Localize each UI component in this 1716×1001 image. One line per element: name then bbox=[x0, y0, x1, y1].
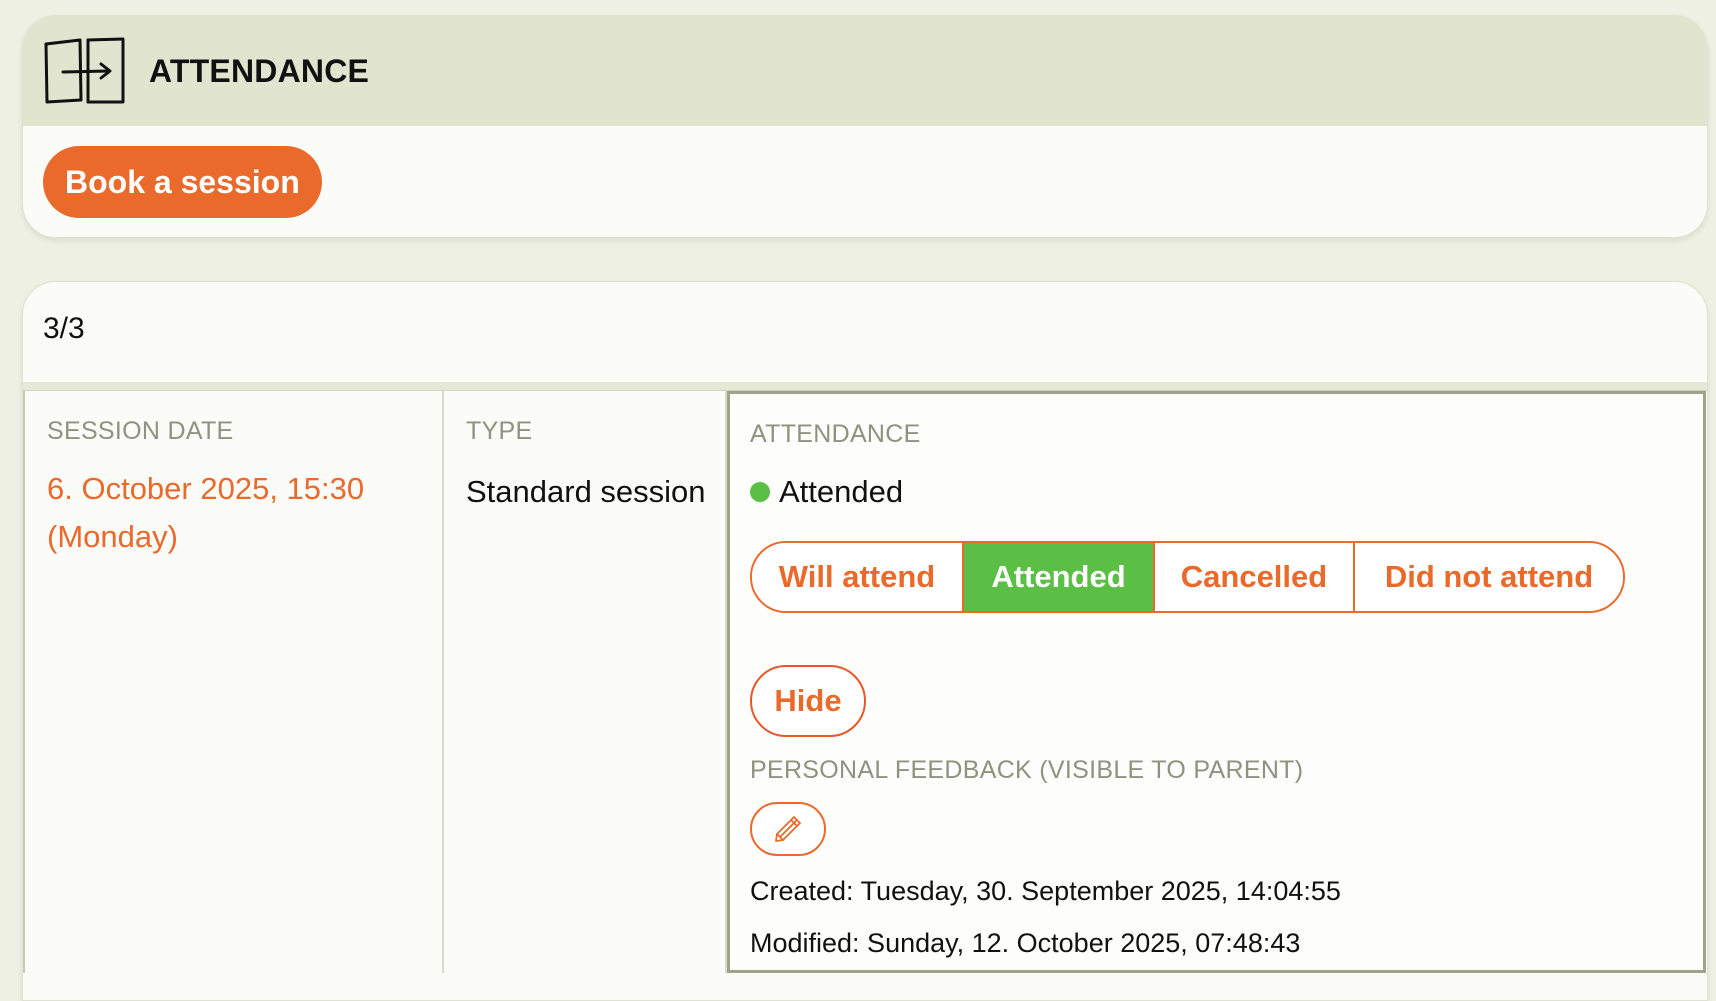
attendance-status: Attended bbox=[750, 474, 903, 510]
status-dot-icon bbox=[750, 482, 770, 502]
page-title: ATTENDANCE bbox=[149, 52, 370, 89]
feedback-label: PERSONAL FEEDBACK (VISIBLE TO PARENT) bbox=[750, 756, 1304, 784]
session-date-column: SESSION DATE 6. October 2025, 15:30 (Mon… bbox=[23, 391, 444, 973]
session-date-link[interactable]: 6. October 2025, 15:30 (Monday) bbox=[47, 465, 427, 561]
will-attend-button[interactable]: Will attend bbox=[752, 543, 964, 611]
attended-button[interactable]: Attended bbox=[964, 543, 1155, 611]
session-table: SESSION DATE 6. October 2025, 15:30 (Mon… bbox=[23, 390, 1707, 990]
modified-timestamp: Modified: Sunday, 12. October 2025, 07:4… bbox=[750, 928, 1301, 958]
session-counter: 3/3 bbox=[43, 312, 85, 345]
edit-feedback-button[interactable] bbox=[750, 802, 826, 856]
divider bbox=[23, 382, 1707, 390]
card-header: ATTENDANCE bbox=[23, 16, 1707, 126]
session-date-header: SESSION DATE bbox=[47, 417, 234, 445]
did-not-attend-button[interactable]: Did not attend bbox=[1355, 543, 1623, 611]
cancelled-button[interactable]: Cancelled bbox=[1155, 543, 1355, 611]
session-type-column: TYPE Standard session bbox=[444, 391, 727, 973]
attendance-column: ATTENDANCE Attended Will attend Attended… bbox=[727, 391, 1706, 973]
session-type-value: Standard session bbox=[466, 474, 706, 509]
attendance-header: ATTENDANCE bbox=[750, 420, 921, 448]
attendance-options: Will attend Attended Cancelled Did not a… bbox=[750, 541, 1625, 613]
status-text: Attended bbox=[779, 474, 904, 509]
pencil-icon bbox=[775, 816, 801, 842]
book-session-button[interactable]: Book a session bbox=[43, 146, 322, 218]
door-enter-icon bbox=[44, 37, 125, 104]
hide-button[interactable]: Hide bbox=[750, 665, 866, 737]
session-card: 3/3 SESSION DATE 6. October 2025, 15:30 … bbox=[22, 281, 1708, 1001]
attendance-header-card: ATTENDANCE Book a session bbox=[22, 15, 1708, 238]
created-timestamp: Created: Tuesday, 30. September 2025, 14… bbox=[750, 876, 1341, 906]
session-type-header: TYPE bbox=[466, 417, 533, 445]
